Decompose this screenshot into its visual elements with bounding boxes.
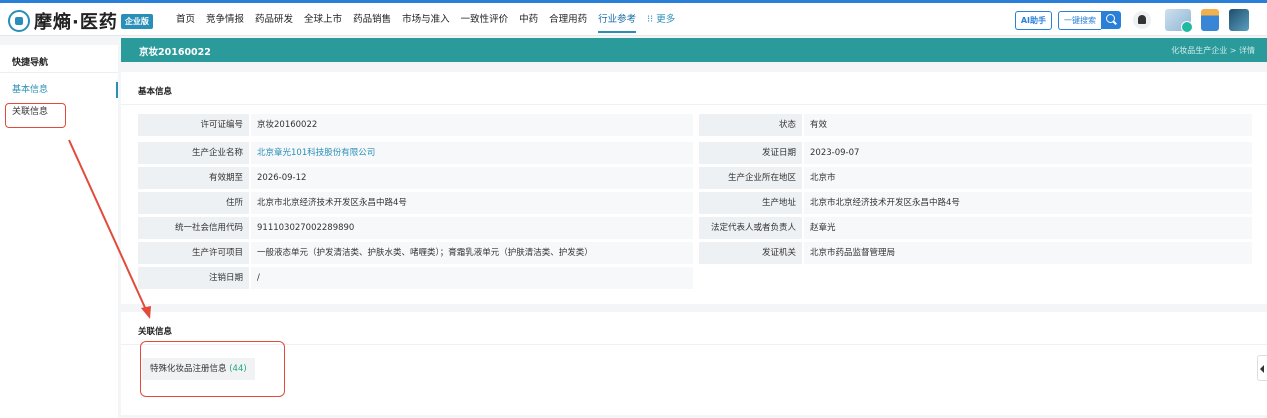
- arrow-line: [68, 139, 148, 313]
- collapse-toggle-icon[interactable]: [1257, 355, 1267, 381]
- annotation-arrow: [68, 139, 151, 319]
- arrow-head: [141, 306, 151, 319]
